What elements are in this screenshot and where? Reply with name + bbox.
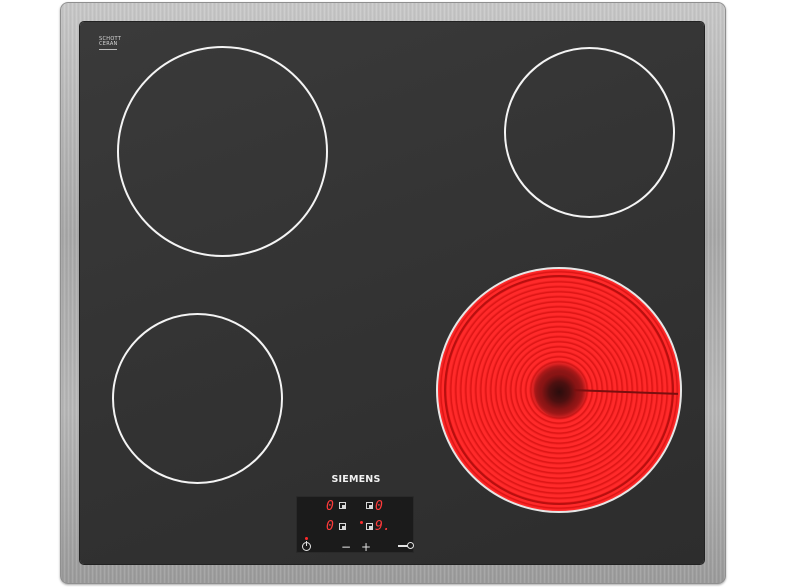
- power-indicator-dot-icon: [305, 537, 308, 540]
- badge-rule: [99, 49, 117, 50]
- display-bottom-right: 9.: [375, 519, 391, 534]
- cooking-zone-bottom-right-heating[interactable]: [436, 267, 682, 513]
- cooking-zone-top-left[interactable]: [117, 46, 328, 257]
- key-lock-icon[interactable]: [398, 542, 414, 550]
- display-top-left: 0: [326, 499, 334, 514]
- badge-line-2: CERAN: [99, 41, 118, 47]
- plus-button[interactable]: +: [361, 541, 371, 553]
- active-zone-dot-icon: [360, 521, 363, 524]
- zone-indicator-top-right-icon: [366, 502, 373, 509]
- key-bow: [407, 542, 414, 549]
- power-icon[interactable]: [302, 541, 311, 551]
- zone-indicator-bottom-left-icon: [339, 523, 346, 530]
- control-panel: [296, 496, 414, 553]
- minus-button[interactable]: −: [341, 541, 351, 553]
- brand-logo: SIEMENS: [331, 474, 381, 485]
- glass-brand-badge: SCHOTT CERAN: [99, 37, 131, 51]
- cooking-zone-top-right[interactable]: [504, 47, 675, 218]
- zone-indicator-top-left-icon: [339, 502, 346, 509]
- display-bottom-left: 0: [326, 519, 334, 534]
- cooking-zone-bottom-left[interactable]: [112, 313, 283, 484]
- display-top-right: 0: [375, 499, 383, 514]
- zone-indicator-bottom-right-icon: [366, 523, 373, 530]
